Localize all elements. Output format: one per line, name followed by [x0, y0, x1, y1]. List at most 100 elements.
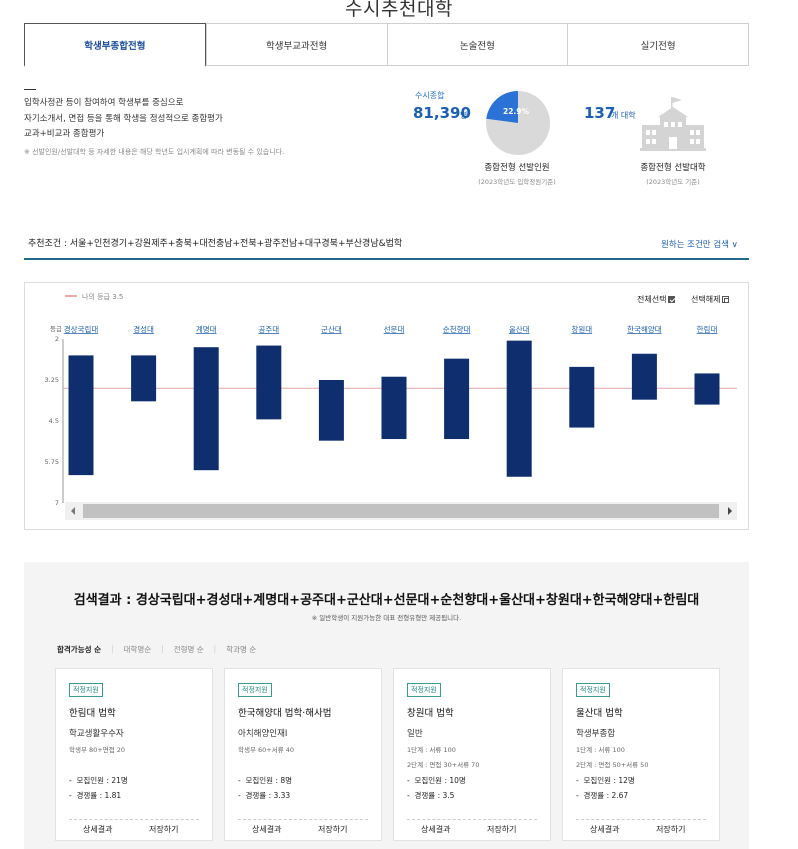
recruit-text: 모집인원 : 10명: [414, 776, 466, 785]
result-card: 적정지원 울산대 법학 학생부종합 1단계 : 서류 100 2단계 : 면접 …: [562, 668, 720, 841]
result-card: 적정지원 한림대 법학 학교생활우수자 학생부 80+면접 20 - 모집인원 …: [55, 668, 213, 841]
recruit-text: 모집인원 : 8명: [245, 776, 293, 785]
intro-note: ※ 선발인원/선발대학 등 자세한 내용은 해당 학년도 입시계획에 따라 변동…: [24, 148, 285, 156]
university-link[interactable]: 군산대: [321, 324, 342, 334]
intro-line: 교과+비교과 종합평가: [24, 129, 105, 139]
card-detail: 2단계 : 면접 50+서류 50: [576, 761, 649, 769]
fit-badge: 적정지원: [238, 683, 272, 697]
card-detail: 2단계 : 면접 30+서류 70: [407, 761, 480, 769]
card-admission-type: 학교생활우수자: [69, 729, 124, 739]
fit-badge: 적정지원: [576, 683, 610, 697]
legend-label: 나의 등급 3.5: [82, 292, 123, 301]
universities-stat-unit: 개 대학: [611, 111, 636, 120]
deselect-all-toggle[interactable]: 선택해제: [691, 294, 730, 305]
university-link[interactable]: 경상국립대: [64, 324, 99, 334]
select-all-toggle[interactable]: 전체선택: [637, 294, 676, 305]
card-competition: - 경쟁률 : 2.67: [576, 791, 629, 800]
tab-essay[interactable]: 논술전형: [386, 24, 568, 65]
university-link[interactable]: 계명대: [196, 324, 217, 334]
condition-filter-toggle[interactable]: 원하는 조건만 검색 ∨: [661, 238, 738, 250]
university-link[interactable]: 창원대: [571, 325, 592, 334]
sort-by-department[interactable]: 학과명 순: [226, 644, 256, 655]
recommend-condition: 추천조건 : 서울+인천경기+강원제주+충북+대전충남+전북+광주전남+대구경북…: [28, 239, 403, 249]
university-link[interactable]: 울산대: [509, 324, 530, 334]
y-tick-label: 4.5: [49, 417, 59, 425]
card-admission-type: 일반: [407, 729, 423, 739]
save-button[interactable]: 저장하기: [656, 824, 685, 835]
university-link[interactable]: 선문대: [384, 325, 405, 334]
y-tick-label: 3.25: [45, 376, 59, 384]
save-button[interactable]: 저장하기: [149, 824, 178, 835]
detail-result-button[interactable]: 상세결과: [590, 824, 619, 835]
recruit-text: 모집인원 : 21명: [76, 776, 128, 785]
sort-options: 합격가능성 순 | 대학명순 | 전형명 순 | 학과명 순: [57, 644, 256, 655]
grade-range-bar[interactable]: [631, 353, 657, 400]
tab-academic-record[interactable]: 학생부교과전형: [205, 24, 387, 65]
y-tick-label: 2: [55, 335, 59, 343]
card-detail: 1단계 : 서류 100: [407, 746, 456, 754]
card-admission-type: 학생부종합: [576, 729, 616, 739]
result-card: 적정지원 창원대 법학 일반 1단계 : 서류 100 2단계 : 면접 30+…: [393, 668, 551, 841]
university-link[interactable]: 순천향대: [443, 324, 471, 334]
page-title: 수시추천대학: [345, 0, 453, 20]
select-all-label: 전체선택: [637, 295, 667, 304]
detail-result-button[interactable]: 상세결과: [421, 824, 450, 835]
pie-percent-label: 22.9%: [503, 107, 530, 116]
university-link[interactable]: 경성대: [133, 324, 154, 334]
card-title: 울산대 법학: [576, 708, 623, 719]
card-detail: 학생부 80+면접 20: [69, 746, 126, 754]
deselect-all-label: 선택해제: [691, 295, 721, 304]
card-divider: [407, 819, 537, 820]
chart-scrollbar-thumb[interactable]: [83, 504, 719, 518]
competition-text: 경쟁률 : 2.67: [583, 791, 629, 800]
university-link[interactable]: 공주대: [258, 325, 279, 334]
condition-divider: [24, 258, 749, 260]
grade-range-bar[interactable]: [694, 373, 720, 405]
grade-range-bar[interactable]: [569, 366, 595, 428]
chart-canvas: 나의 등급 3.5 등급 2 3.25 4.5 5.75 7 경상국립대 경성대 계명대 공주…: [45, 292, 737, 520]
card-competition: - 경쟁률 : 1.81: [69, 791, 122, 800]
grade-range-bar[interactable]: [506, 340, 532, 477]
university-link[interactable]: 한림대: [697, 325, 718, 334]
sort-by-probability[interactable]: 합격가능성 순: [57, 644, 101, 655]
students-stat-caption: 종합전형 선발인원: [484, 163, 550, 173]
card-title: 한국해양대 법학·해사법: [238, 708, 332, 719]
selection-ratio-pie: 22.9%: [486, 91, 550, 155]
intro-line: 입학사정관 등이 참여하여 학생부를 중심으로: [24, 98, 184, 108]
grade-range-bar[interactable]: [193, 347, 219, 471]
y-tick-label: 5.75: [45, 458, 59, 466]
card-competition: - 경쟁률 : 3.33: [238, 791, 291, 800]
card-detail: 1단계 : 서류 100: [576, 746, 625, 754]
axis-title: 등급: [50, 325, 62, 333]
fit-badge: 적정지원: [407, 683, 441, 697]
save-button[interactable]: 저장하기: [318, 824, 347, 835]
recruit-text: 모집인원 : 12명: [583, 776, 635, 785]
card-recruit: - 모집인원 : 21명: [69, 776, 128, 785]
grade-range-bar[interactable]: [131, 355, 157, 402]
universities-stat-sub: (2023학년도 기준): [646, 178, 700, 186]
save-button[interactable]: 저장하기: [487, 824, 516, 835]
tab-comprehensive[interactable]: 학생부종합전형: [24, 23, 206, 67]
sort-by-university[interactable]: 대학명순: [124, 644, 152, 655]
grade-range-bar[interactable]: [318, 380, 344, 441]
deselect-all-checkbox[interactable]: [722, 296, 730, 303]
grade-range-bar[interactable]: [381, 376, 407, 440]
university-building-icon: [640, 97, 706, 151]
grade-range-chart: 나의 등급 3.5 등급 2 3.25 4.5 5.75 7 경상국립대 경성대 계명대 공주…: [24, 282, 749, 530]
y-tick-label: 7: [55, 499, 59, 507]
university-link[interactable]: 한국해양대: [627, 324, 662, 334]
grade-range-bar[interactable]: [444, 358, 470, 440]
students-stat-unit: 명: [460, 111, 468, 120]
competition-text: 경쟁률 : 3.33: [245, 791, 291, 800]
grade-range-bar[interactable]: [68, 355, 94, 476]
detail-result-button[interactable]: 상세결과: [83, 824, 112, 835]
card-title: 한림대 법학: [69, 708, 116, 719]
select-all-checkbox[interactable]: [668, 296, 676, 303]
tab-practical[interactable]: 실기전형: [567, 24, 749, 65]
detail-result-button[interactable]: 상세결과: [252, 824, 281, 835]
sort-by-admission-type[interactable]: 전형명 순: [174, 644, 204, 655]
card-competition: - 경쟁률 : 3.5: [407, 791, 455, 800]
grade-range-bar[interactable]: [256, 345, 282, 420]
intro-divider: [24, 89, 36, 90]
sort-separator: |: [111, 644, 114, 653]
